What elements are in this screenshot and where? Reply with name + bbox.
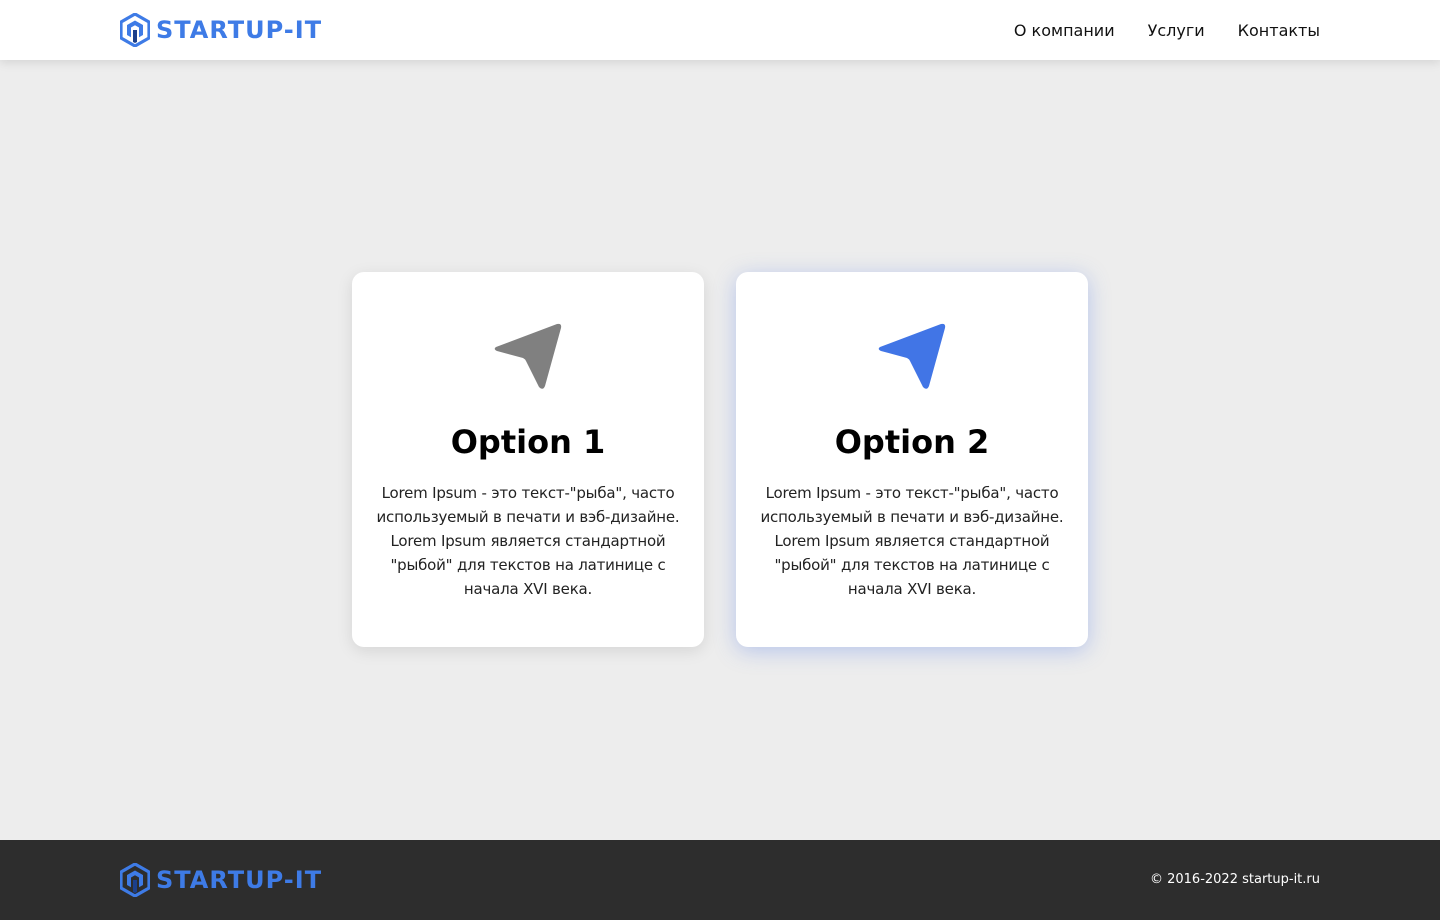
copyright-text: © 2016-2022 startup-it.ru [1149,872,1320,887]
header-logo[interactable]: STARTUP-IT [120,13,322,47]
nav-link-about[interactable]: О компании [1014,21,1115,40]
card-description: Lorem Ipsum - это текст-"рыба", часто ис… [760,484,1064,598]
nav-link-contacts[interactable]: Контакты [1238,21,1320,40]
main-nav: О компании Услуги Контакты [981,0,1320,60]
navigation-arrow-icon [878,323,946,389]
navigation-arrow-icon [494,323,562,389]
cube-logo-icon [120,13,150,47]
cube-logo-icon [120,863,150,897]
nav-link-services[interactable]: Услуги [1148,21,1205,40]
main-content: Option 1 Lorem Ipsum - это текст-"рыба",… [0,60,1440,840]
arrow-shape [494,323,562,389]
card-title: Option 1 [450,423,606,461]
site-header: STARTUP-IT О компании Услуги Контакты [0,0,1440,60]
brand-name: STARTUP-IT [156,866,323,894]
site-footer: STARTUP-IT © 2016-2022 startup-it.ru [0,840,1440,920]
brand-name: STARTUP-IT [156,16,323,44]
arrow-shape [878,323,946,389]
footer-logo[interactable]: STARTUP-IT [120,863,322,897]
card-title: Option 2 [834,423,990,461]
option-card-1[interactable]: Option 1 Lorem Ipsum - это текст-"рыба",… [352,272,704,647]
card-description: Lorem Ipsum - это текст-"рыба", часто ис… [376,484,680,598]
option-card-2[interactable]: Option 2 Lorem Ipsum - это текст-"рыба",… [736,272,1088,647]
